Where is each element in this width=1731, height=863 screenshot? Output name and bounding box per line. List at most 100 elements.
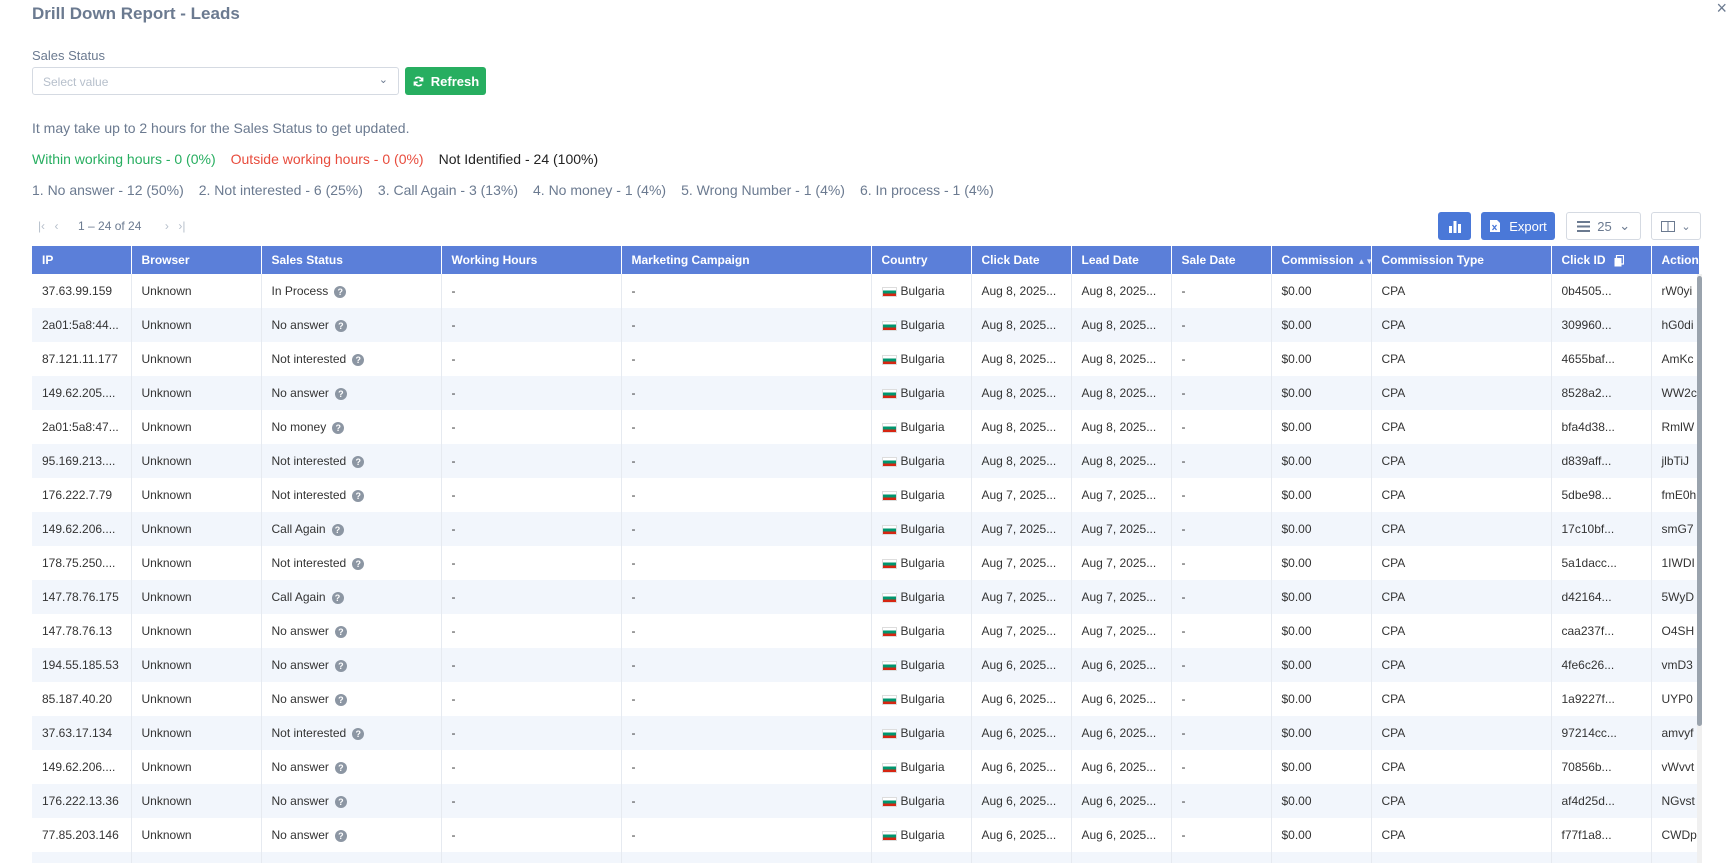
column-header-country[interactable]: Country: [871, 246, 972, 274]
help-icon[interactable]: ?: [334, 693, 347, 706]
browser-cell: Unknown: [131, 818, 262, 852]
action-id-cell: 1IWDI: [1651, 546, 1699, 580]
cell-text: Unknown: [141, 624, 192, 638]
cell-text: -: [451, 590, 456, 604]
cell-text: Aug 8, 2025...: [981, 318, 1057, 332]
table-row[interactable]: 147.78.76.175 Unknown Call Again? - - Bulgari…: [32, 580, 1699, 614]
action-id-cell: amvyf: [1651, 716, 1699, 750]
table-row[interactable]: 178.75.250.... Unknown Not interested? - - Bu…: [32, 546, 1699, 580]
sort-icon[interactable]: ▲▼: [1358, 257, 1370, 266]
sales-status-select[interactable]: Select value ⌄: [32, 67, 399, 95]
column-header-click-id[interactable]: Click ID: [1551, 246, 1652, 274]
lead-date-cell: [1071, 852, 1172, 863]
table-row[interactable]: 2a01:5a8:44... Unknown No answer? - - Bulgari…: [32, 308, 1699, 342]
column-header-sale-date[interactable]: Sale Date: [1171, 246, 1272, 274]
cell-text: $0.00: [1281, 284, 1312, 298]
working-hours-cell: -: [441, 784, 622, 818]
sale-date-cell: -: [1171, 580, 1272, 614]
help-icon[interactable]: ?: [334, 319, 347, 332]
help-icon[interactable]: ?: [352, 727, 365, 740]
column-toggle-button[interactable]: ⌄: [1651, 212, 1701, 240]
page-size-select[interactable]: 25 ⌄: [1566, 212, 1641, 240]
column-header-commission-type[interactable]: Commission Type: [1371, 246, 1552, 274]
commission-type-cell: CPA: [1371, 512, 1552, 546]
column-header-working-hours[interactable]: Working Hours: [441, 246, 622, 274]
click-id-cell: 5dbe98...: [1551, 478, 1652, 512]
column-header-browser[interactable]: Browser: [131, 246, 262, 274]
prev-page-icon[interactable]: ‹: [49, 219, 64, 233]
commission-type-cell: CPA: [1371, 818, 1552, 852]
close-icon[interactable]: ×: [1716, 0, 1727, 19]
column-header-marketing-campaign[interactable]: Marketing Campaign: [621, 246, 872, 274]
help-icon[interactable]: ?: [334, 387, 347, 400]
help-icon[interactable]: ?: [334, 625, 347, 638]
help-icon[interactable]: ?: [334, 285, 347, 298]
working-hours-cell: -: [441, 444, 622, 478]
help-icon[interactable]: ?: [334, 659, 347, 672]
table-row[interactable]: 85.187.40.20 Unknown No answer? - - Bulgaria A…: [32, 682, 1699, 716]
help-icon[interactable]: ?: [334, 761, 347, 774]
table-row[interactable]: 77.85.203.146 Unknown No answer? - - Bulgaria…: [32, 818, 1699, 852]
column-header-commission[interactable]: Commission ▲▼: [1271, 246, 1372, 274]
cell-text: Not interested: [271, 454, 347, 468]
column-header-sales-status[interactable]: Sales Status: [261, 246, 442, 274]
cell-text: $0.00: [1281, 726, 1312, 740]
export-button[interactable]: Export: [1481, 212, 1555, 240]
cell-text: No answer: [271, 658, 329, 672]
click-id-cell: [1551, 852, 1652, 863]
column-header-click-date[interactable]: Click Date: [971, 246, 1072, 274]
help-icon[interactable]: ?: [331, 591, 344, 604]
table-row[interactable]: 149.62.206.... Unknown Call Again? - - Bulgar…: [32, 512, 1699, 546]
sale-date-cell: -: [1171, 444, 1272, 478]
table-row[interactable]: [32, 852, 1699, 863]
table-row[interactable]: 2a01:5a8:47... Unknown No money? - - Bulgaria…: [32, 410, 1699, 444]
cell-text: Aug 7, 2025...: [981, 556, 1057, 570]
lead-date-cell: Aug 8, 2025...: [1071, 410, 1172, 444]
last-page-icon[interactable]: ›|: [174, 219, 189, 233]
commission-cell: $0.00: [1271, 648, 1372, 682]
next-page-icon[interactable]: ›: [159, 219, 174, 233]
help-icon[interactable]: ?: [352, 353, 365, 366]
table-row[interactable]: 149.62.205.... Unknown No answer? - - Bulgari…: [32, 376, 1699, 410]
chart-button[interactable]: [1438, 212, 1471, 240]
copy-icon[interactable]: [1614, 254, 1624, 267]
cell-text: Aug 8, 2025...: [1081, 318, 1157, 332]
table-row[interactable]: 147.78.76.13 Unknown No answer? - - Bulgaria A…: [32, 614, 1699, 648]
commission-cell: $0.00: [1271, 342, 1372, 376]
scrollbar-thumb[interactable]: [1697, 276, 1702, 726]
cell-text: $0.00: [1281, 352, 1312, 366]
cell-text: CPA: [1381, 352, 1406, 366]
chevron-down-icon: ⌄: [1681, 220, 1691, 233]
cell-text: Aug 6, 2025...: [1081, 760, 1157, 774]
cell-text: CPA: [1381, 624, 1406, 638]
lead-date-cell: Aug 6, 2025...: [1071, 648, 1172, 682]
table-row[interactable]: 37.63.99.159 Unknown In Process? - - Bulgaria…: [32, 274, 1699, 308]
help-icon[interactable]: ?: [331, 523, 344, 536]
table-row[interactable]: 87.121.11.177 Unknown Not interested? - - Bul…: [32, 342, 1699, 376]
browser-cell: [131, 852, 262, 863]
table-row[interactable]: 149.62.206.... Unknown No answer? - - Bulgari…: [32, 750, 1699, 784]
table-row[interactable]: 176.222.13.36 Unknown No answer? - - Bulgaria…: [32, 784, 1699, 818]
help-icon[interactable]: ?: [352, 489, 365, 502]
bulgaria-flag-icon: [881, 524, 897, 535]
first-page-icon[interactable]: |‹: [34, 219, 49, 233]
help-icon[interactable]: ?: [352, 455, 365, 468]
table-row[interactable]: 176.222.7.79 Unknown Not interested? - - Bulg…: [32, 478, 1699, 512]
cell-text: Aug 7, 2025...: [981, 522, 1057, 536]
column-header-lead-date[interactable]: Lead Date: [1071, 246, 1172, 274]
refresh-label: Refresh: [430, 73, 480, 89]
help-icon[interactable]: ?: [332, 421, 345, 434]
column-header-action-id[interactable]: Action I: [1651, 246, 1699, 274]
cell-text: CPA: [1381, 488, 1406, 502]
country-cell: Bulgaria: [871, 818, 972, 852]
commission-type-cell: CPA: [1371, 546, 1552, 580]
help-icon[interactable]: ?: [352, 557, 365, 570]
table-row[interactable]: 194.55.185.53 Unknown No answer? - - Bulgaria…: [32, 648, 1699, 682]
refresh-button[interactable]: Refresh: [405, 67, 486, 95]
column-header-ip[interactable]: IP: [32, 246, 132, 274]
help-icon[interactable]: ?: [334, 829, 347, 842]
table-row[interactable]: 95.169.213.... Unknown Not interested? - - Bu…: [32, 444, 1699, 478]
help-icon[interactable]: ?: [334, 795, 347, 808]
table-row[interactable]: 37.63.17.134 Unknown Not interested? - - Bulg…: [32, 716, 1699, 750]
bulgaria-flag-icon: [881, 490, 897, 501]
